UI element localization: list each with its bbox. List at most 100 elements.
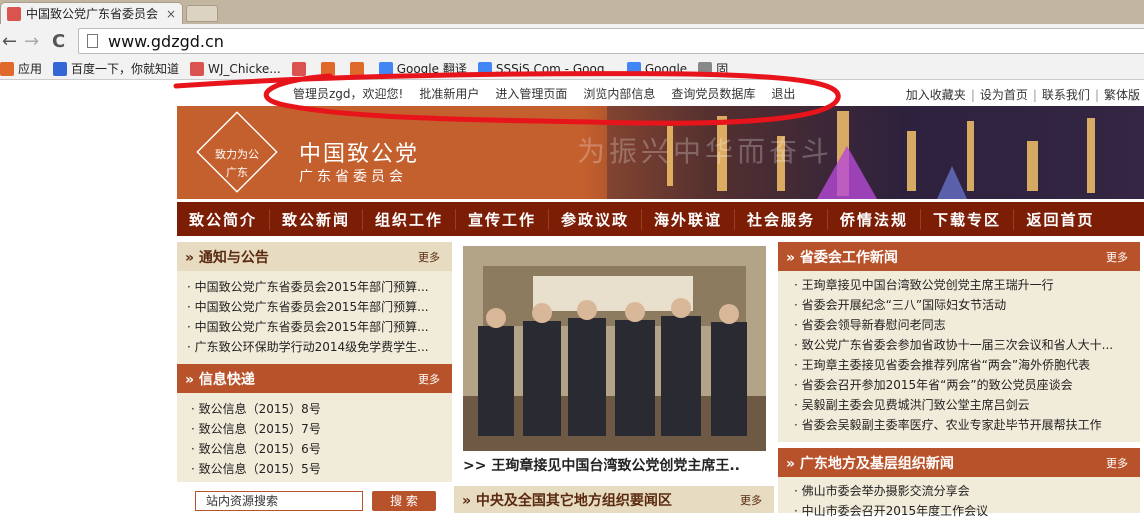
page-icon [87,34,98,48]
bookmark-item[interactable]: Google [626,61,687,76]
nav-item[interactable]: 参政议政 [549,208,642,230]
local-more-link[interactable]: 更多 [1106,455,1128,471]
banner-slogan: 为振兴中华而奋斗 [577,135,834,168]
provincial-news-panel: » 省委会工作新闻 更多 王珣章接见中国台湾致公党创党主席王瑞升一行省委会开展纪… [778,242,1140,442]
nav-item[interactable]: 致公简介 [177,208,270,230]
bookmark-item[interactable]: 固 [698,60,728,77]
central-news-panel: » 中央及全国其它地方组织要闻区 更多 [454,486,774,513]
bookmark-item[interactable]: WJ_Chicke... [190,61,281,76]
bookmark-label: Google 翻译 [396,62,467,76]
browser-tab[interactable]: 中国致公党广东省委员会 × [0,2,183,24]
group-photo-image [463,246,766,451]
info-item[interactable]: 致公信息（2015）5号 [191,459,442,479]
central-news-header: » 中央及全国其它地方组织要闻区 更多 [454,486,774,513]
admin-links: 管理员zgd，欢迎您! 批准新用户 进入管理页面 浏览内部信息 查询党员数据库 退出 [293,85,811,102]
provincial-news-item[interactable]: 王珣章主委接见省委会推荐列席省“两会”海外侨胞代表 [794,355,1130,375]
welcome-text: 管理员zgd，欢迎您! [293,86,404,101]
local-news-item[interactable]: 佛山市委会举办摄影交流分享会 [794,481,1130,501]
admin-link[interactable]: 退出 [771,85,795,102]
org-subtitle: 广东省委员会 [299,169,407,185]
bookmark-item[interactable]: SSSiS.Com - Goog... [477,61,616,76]
provincial-more-link[interactable]: 更多 [1106,249,1128,265]
google-translate-icon [378,61,393,76]
divider: | [970,88,975,102]
bookmark-item[interactable] [291,61,310,76]
admin-link[interactable]: 批准新用户 [419,85,479,102]
notice-item[interactable]: 广东致公环保助学行动2014级免学费学生... [187,337,442,357]
top-utility-bar: 管理员zgd，欢迎您! 批准新用户 进入管理页面 浏览内部信息 查询党员数据库 退出 加入… [177,80,1144,106]
forward-icon[interactable]: → [24,31,39,52]
bookmark-item[interactable]: Google 翻译 [378,60,467,77]
provincial-news-item[interactable]: 省委会召开参加2015年省“两会”的致公党员座谈会 [794,375,1130,395]
top-link[interactable]: 设为首页 [980,88,1028,102]
notices-title: » 通知与公告 [185,249,269,266]
bookmark-item[interactable] [349,61,368,76]
divider: | [1094,88,1099,102]
google-icon [626,61,641,76]
nav-item[interactable]: 宣传工作 [456,208,549,230]
new-tab-button[interactable] [186,5,218,22]
nav-item[interactable]: 社会服务 [735,208,828,230]
admin-link[interactable]: 浏览内部信息 [583,85,655,102]
tab-title: 中国致公党广东省委员会 [26,7,159,21]
local-news-item[interactable]: 中山市委会召开2015年度工作会议 [794,501,1130,521]
bookmark-label: 固 [716,62,729,76]
bookmark-label: 应用 [18,62,43,76]
top-link[interactable]: 加入收藏夹 [906,88,966,102]
central-more-link[interactable]: 更多 [740,492,762,508]
news-photo[interactable] [463,246,766,451]
nav-item[interactable]: 下载专区 [921,208,1014,230]
admin-link[interactable]: 查询党员数据库 [671,85,755,102]
page-icon [698,61,713,76]
provincial-news-item[interactable]: 省委会吴毅副主委率医疗、农业专家赴毕节开展帮扶工作 [794,415,1130,435]
notices-list: 中国致公党广东省委员会2015年部门预算...中国致公党广东省委员会2015年部… [177,271,452,363]
notice-item[interactable]: 中国致公党广东省委员会2015年部门预算... [187,297,442,317]
bookmark-icon [349,61,364,76]
back-icon[interactable]: ← [2,31,17,52]
provincial-news-item[interactable]: 王珣章接见中国台湾致公党创党主席王瑞升一行 [794,275,1130,295]
bookmark-item[interactable] [320,61,339,76]
provincial-news-item[interactable]: 省委会领导新春慰问老同志 [794,315,1130,335]
notice-item[interactable]: 中国致公党广东省委员会2015年部门预算... [187,317,442,337]
site-search: 站内资源搜索 搜 索 [177,488,452,513]
nav-item[interactable]: 侨情法规 [828,208,921,230]
nav-item[interactable]: 海外联谊 [642,208,735,230]
notices-more-link[interactable]: 更多 [418,249,440,265]
close-tab-icon[interactable]: × [166,7,176,21]
nav-item[interactable]: 返回首页 [1014,209,1107,230]
search-input[interactable]: 站内资源搜索 [195,490,363,511]
top-link[interactable]: 联系我们 [1042,88,1090,102]
info-item[interactable]: 致公信息（2015）6号 [191,439,442,459]
central-news-title: » 中央及全国其它地方组织要闻区 [462,492,672,509]
info-item[interactable]: 致公信息（2015）7号 [191,419,442,439]
url-text: www.gdzgd.cn [108,31,224,51]
info-title: » 信息快递 [185,371,255,388]
top-link[interactable]: 繁体版 [1104,88,1140,102]
org-name: 中国致公党 [299,142,420,167]
photo-caption-link[interactable]: >> 王珣章接见中国台湾致公党创党主席王.. [463,455,766,477]
provincial-news-item[interactable]: 吴毅副主委会见费城洪门致公堂主席吕剑云 [794,395,1130,415]
info-more-link[interactable]: 更多 [418,371,440,387]
info-list: 致公信息（2015）8号致公信息（2015）7号致公信息（2015）6号致公信息… [177,393,452,485]
info-header: » 信息快递 更多 [177,364,452,393]
nav-item[interactable]: 致公新闻 [270,208,363,230]
admin-link[interactable]: 进入管理页面 [495,85,567,102]
local-news-title: » 广东地方及基层组织新闻 [786,455,954,472]
provincial-news-item[interactable]: 省委会开展纪念“三八”国际妇女节活动 [794,295,1130,315]
notice-item[interactable]: 中国致公党广东省委员会2015年部门预算... [187,277,442,297]
nav-item[interactable]: 组织工作 [363,208,456,230]
reload-icon[interactable]: C [52,31,65,52]
local-news-header: » 广东地方及基层组织新闻 更多 [778,448,1140,477]
provincial-news-header: » 省委会工作新闻 更多 [778,242,1140,271]
url-input[interactable]: www.gdzgd.cn [78,28,1144,54]
divider: | [1032,88,1037,102]
bookmark-item[interactable]: 百度一下，你就知道 [53,60,179,77]
baidu-icon [53,61,68,76]
info-item[interactable]: 致公信息（2015）8号 [191,399,442,419]
bookmark-item[interactable]: 应用 [0,60,42,77]
provincial-news-item[interactable]: 致公党广东省委会参加省政协十一届三次会议和省人大十... [794,335,1130,355]
site-favicon-icon [7,6,21,21]
search-button[interactable]: 搜 索 [372,490,436,511]
local-news-list: 佛山市委会举办摄影交流分享会中山市委会召开2015年度工作会议 [778,477,1140,525]
logo-text: 致力为公 广东 [215,148,259,179]
